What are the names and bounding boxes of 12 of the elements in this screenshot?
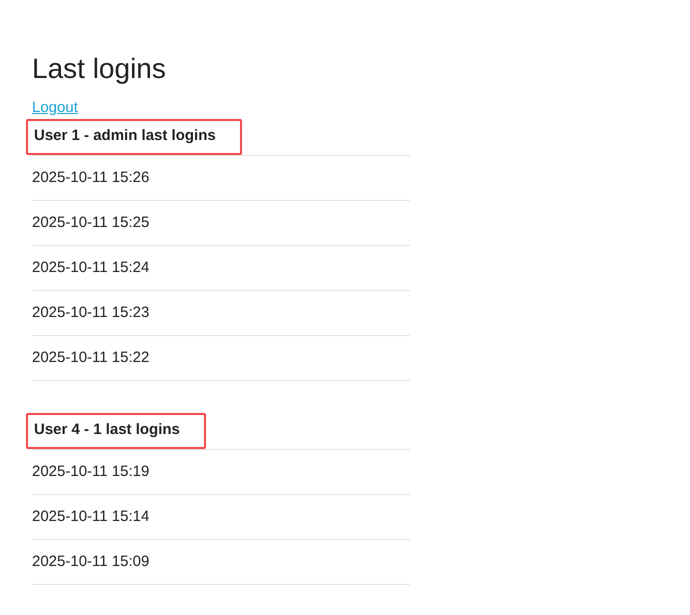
login-time: 2025-10-11 15:23 [32,291,410,336]
login-time: 2025-10-11 15:25 [32,201,410,246]
login-time: 2025-10-11 15:26 [32,156,410,201]
login-time: 2025-10-11 15:09 [32,540,410,585]
page-title: Last logins [32,52,167,86]
login-time: 2025-10-11 15:19 [32,450,410,495]
login-time: 2025-10-11 15:14 [32,495,410,540]
login-time: 2025-10-11 15:22 [32,336,410,381]
section-heading: User 1 - admin last logins [34,127,216,144]
section-heading: User 4 - 1 last logins [34,421,180,438]
logout-link[interactable]: Logout [32,99,78,116]
login-time: 2025-10-11 15:24 [32,246,410,291]
